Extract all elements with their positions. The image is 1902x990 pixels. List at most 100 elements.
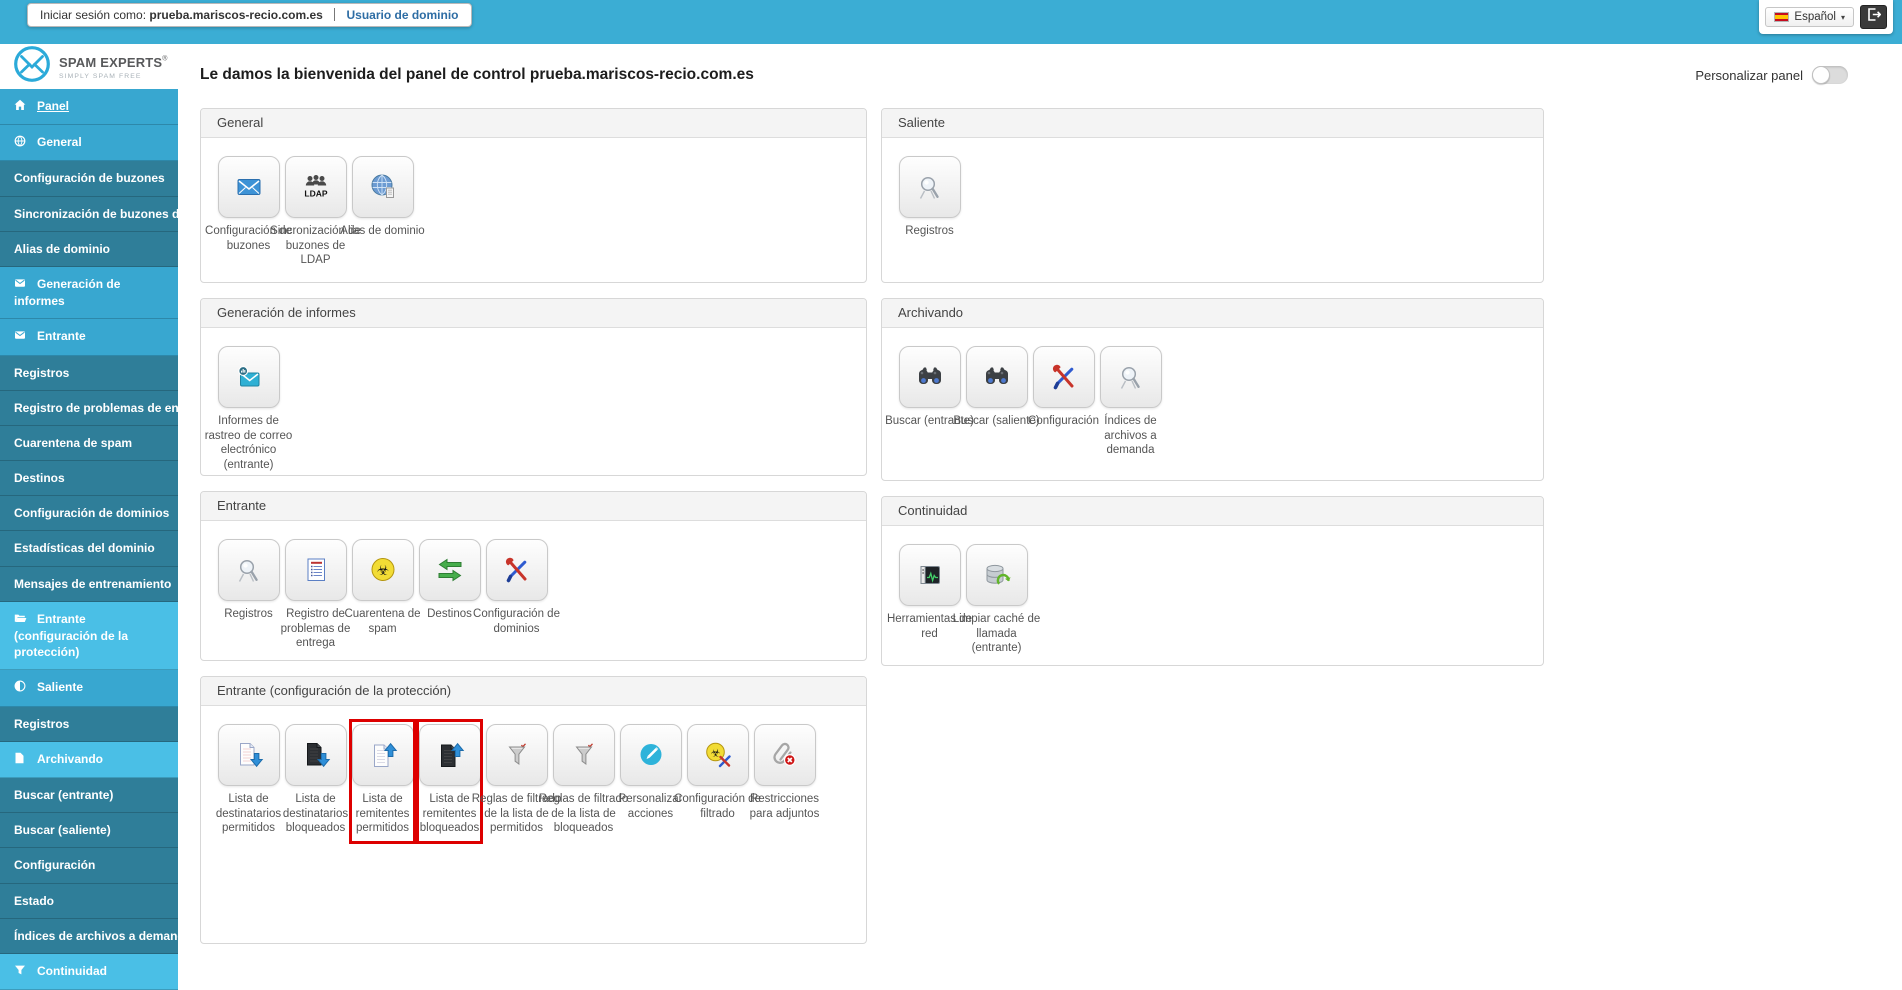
- sidebar-item-label: Estadísticas del dominio: [14, 541, 155, 556]
- envelope-icon: [14, 329, 28, 345]
- panel-entrante: Entrante Registros Registro de problemas d…: [200, 491, 867, 661]
- tile-configuracion-de-dominios[interactable]: Configuración de dominios: [473, 537, 560, 642]
- tile-button[interactable]: [485, 539, 548, 601]
- language-select-button[interactable]: Español ▾: [1765, 7, 1854, 27]
- tile-button[interactable]: [552, 724, 615, 786]
- sidebar-item-saliente[interactable]: Saliente: [0, 670, 178, 707]
- sidebar-item-label: Estado: [14, 893, 55, 908]
- tile-registros[interactable]: Registros: [896, 154, 963, 245]
- login-as-prefix: Iniciar sesión como:: [40, 8, 147, 22]
- tile-reglas-de-filtrado-de-la-lista-de-bloqueados[interactable]: Reglas de filtrado de la lista de bloque…: [539, 722, 628, 842]
- sidebar-item-alias-de-dominio[interactable]: Alias de dominio: [0, 231, 178, 267]
- customize-panel-label: Personalizar panel: [1695, 67, 1803, 83]
- sidebar-item-estado[interactable]: Estado: [0, 883, 178, 919]
- tile-button[interactable]: [965, 346, 1028, 408]
- sidebar-item-label: Continuidad: [37, 963, 107, 978]
- sidebar-item-configuracion-de-buzones[interactable]: Configuración de buzones: [0, 161, 178, 197]
- tile-indices-de-archivos-a-demanda[interactable]: Índices de archivos a demanda: [1097, 344, 1164, 464]
- svg-text:☣: ☣: [710, 746, 720, 759]
- sidebar-item-continuidad[interactable]: Continuidad: [0, 953, 178, 990]
- tile-button[interactable]: [619, 724, 682, 786]
- domain-user-link[interactable]: Usuario de dominio: [347, 8, 459, 22]
- sidebar-item-registros[interactable]: Registros: [0, 355, 178, 391]
- tile-button[interactable]: [1032, 346, 1095, 408]
- panel-header: Generación de informes: [201, 299, 866, 328]
- mail-report-icon: [234, 362, 264, 392]
- panel-body: Registros: [882, 138, 1543, 255]
- tile-alias-de-dominio[interactable]: Alias de dominio: [340, 154, 425, 245]
- doc-white-up-icon: [368, 740, 398, 770]
- contrast-icon: [14, 680, 28, 696]
- sidebar-item-generacion-de-informes[interactable]: Generación de informes: [0, 266, 178, 320]
- sidebar-item-mensajes-de-entrenamiento[interactable]: Mensajes de entrenamiento: [0, 566, 178, 602]
- sidebar-item-registros[interactable]: Registros: [0, 706, 178, 742]
- logout-icon: [1867, 8, 1881, 26]
- sidebar-item-entrante[interactable]: Entrante: [0, 319, 178, 356]
- tile-button[interactable]: [351, 156, 414, 218]
- tile-restricciones-para-adjuntos[interactable]: Restricciones para adjuntos: [750, 722, 819, 827]
- tile-label: Registros: [905, 225, 954, 237]
- panel-general: General Configuración de buzones LDAP Sincr…: [200, 108, 867, 283]
- sidebar-item-label: Registros: [14, 365, 70, 380]
- tile-label: Índices de archivos a demanda: [1104, 415, 1157, 457]
- sidebar-item-entrante-configuracion-de-la-proteccion[interactable]: Entrante (configuración de la protección…: [0, 601, 178, 671]
- tools-icon: [502, 555, 532, 585]
- tile-button[interactable]: [217, 724, 280, 786]
- logo-name: SPAM EXPERTS: [59, 54, 163, 70]
- sidebar-item-cuarentena-de-spam[interactable]: Cuarentena de spam: [0, 425, 178, 462]
- tile-button[interactable]: [898, 156, 961, 218]
- tile-button[interactable]: [485, 724, 548, 786]
- tile-button[interactable]: LDAP: [284, 156, 347, 218]
- sidebar-item-label: Entrante (configuración de la protección…: [14, 611, 129, 660]
- tile-button[interactable]: [217, 156, 280, 218]
- tile-button[interactable]: ☣: [351, 539, 414, 601]
- sidebar-item-destinos[interactable]: Destinos: [0, 461, 178, 497]
- tile-informes-de-rastreo-de-correo-electronico-entrante[interactable]: Informes de rastreo de correo electrónic…: [205, 344, 292, 475]
- tile-cuarentena-de-spam[interactable]: ☣ Cuarentena de spam: [344, 537, 421, 642]
- logout-button[interactable]: [1860, 5, 1887, 29]
- tile-button[interactable]: [418, 539, 481, 601]
- column-right: Saliente Registros Archivando Buscar (entra…: [881, 108, 1544, 681]
- tile-button[interactable]: ☣: [686, 724, 749, 786]
- svg-text:LDAP: LDAP: [304, 189, 327, 199]
- tile-button[interactable]: [965, 544, 1028, 606]
- sidebar-item-buscar-saliente[interactable]: Buscar (saliente): [0, 813, 178, 849]
- tile-button[interactable]: [217, 539, 280, 601]
- chevron-down-icon: ▾: [1840, 12, 1845, 22]
- sidebar-item-archivando[interactable]: Archivando: [0, 741, 178, 778]
- panel-header: Archivando: [882, 299, 1543, 328]
- sidebar-item-registro-de-problemas-de-entrega[interactable]: Registro de problemas de entrega: [0, 390, 178, 426]
- sidebar-item-indices-de-archivos-a-demanda[interactable]: Índices de archivos a demanda: [0, 918, 178, 954]
- panel-columns: General Configuración de buzones LDAP Sincr…: [200, 108, 1848, 959]
- sidebar-item-estadisticas-del-dominio[interactable]: Estadísticas del dominio: [0, 531, 178, 567]
- tile-button[interactable]: [217, 346, 280, 408]
- binoculars-icon: [915, 362, 945, 392]
- sidebar-item-configuracion[interactable]: Configuración: [0, 848, 178, 884]
- sidebar-item-general[interactable]: General: [0, 125, 178, 162]
- tile-sincronizacion-de-buzones-de-ldap[interactable]: LDAP Sincronización de buzones de LDAP: [270, 154, 361, 274]
- sidebar-item-buscar-entrante[interactable]: Buscar (entrante): [0, 777, 178, 814]
- login-box-divider: [334, 8, 336, 21]
- tile-button[interactable]: [284, 724, 347, 786]
- tile-button[interactable]: [351, 724, 414, 786]
- language-label: Español: [1794, 11, 1836, 23]
- customize-panel-toggle[interactable]: [1812, 66, 1848, 84]
- ldap-sync-icon: LDAP: [301, 172, 331, 202]
- topbar-controls: Español ▾: [1759, 0, 1893, 34]
- tile-limpiar-cache-de-llamada-entrante[interactable]: Limpiar caché de llamada (entrante): [953, 542, 1040, 662]
- tile-registro-de-problemas-de-entrega[interactable]: Registro de problemas de entrega: [281, 537, 350, 657]
- tile-button[interactable]: [753, 724, 816, 786]
- tile-label: Limpiar caché de llamada (entrante): [952, 613, 1041, 655]
- sidebar-item-configuracion-de-dominios[interactable]: Configuración de dominios: [0, 496, 178, 532]
- tile-button[interactable]: [898, 544, 961, 606]
- tile-button[interactable]: [898, 346, 961, 408]
- tile-button[interactable]: [1099, 346, 1162, 408]
- sidebar-item-panel[interactable]: Panel: [0, 89, 178, 126]
- sidebar-item-label: Generación de informes: [14, 276, 121, 309]
- panel-header: Continuidad: [882, 497, 1543, 526]
- main-content: Le damos la bienvenida del panel de cont…: [178, 44, 1902, 968]
- tile-button[interactable]: [418, 724, 481, 786]
- sidebar-item-sincronizacion-de-buzones-de-ldap[interactable]: Sincronización de buzones de LDAP: [0, 196, 178, 232]
- panel-body: Herramientas de red Limpiar caché de llam…: [882, 526, 1543, 665]
- tile-button[interactable]: [284, 539, 347, 601]
